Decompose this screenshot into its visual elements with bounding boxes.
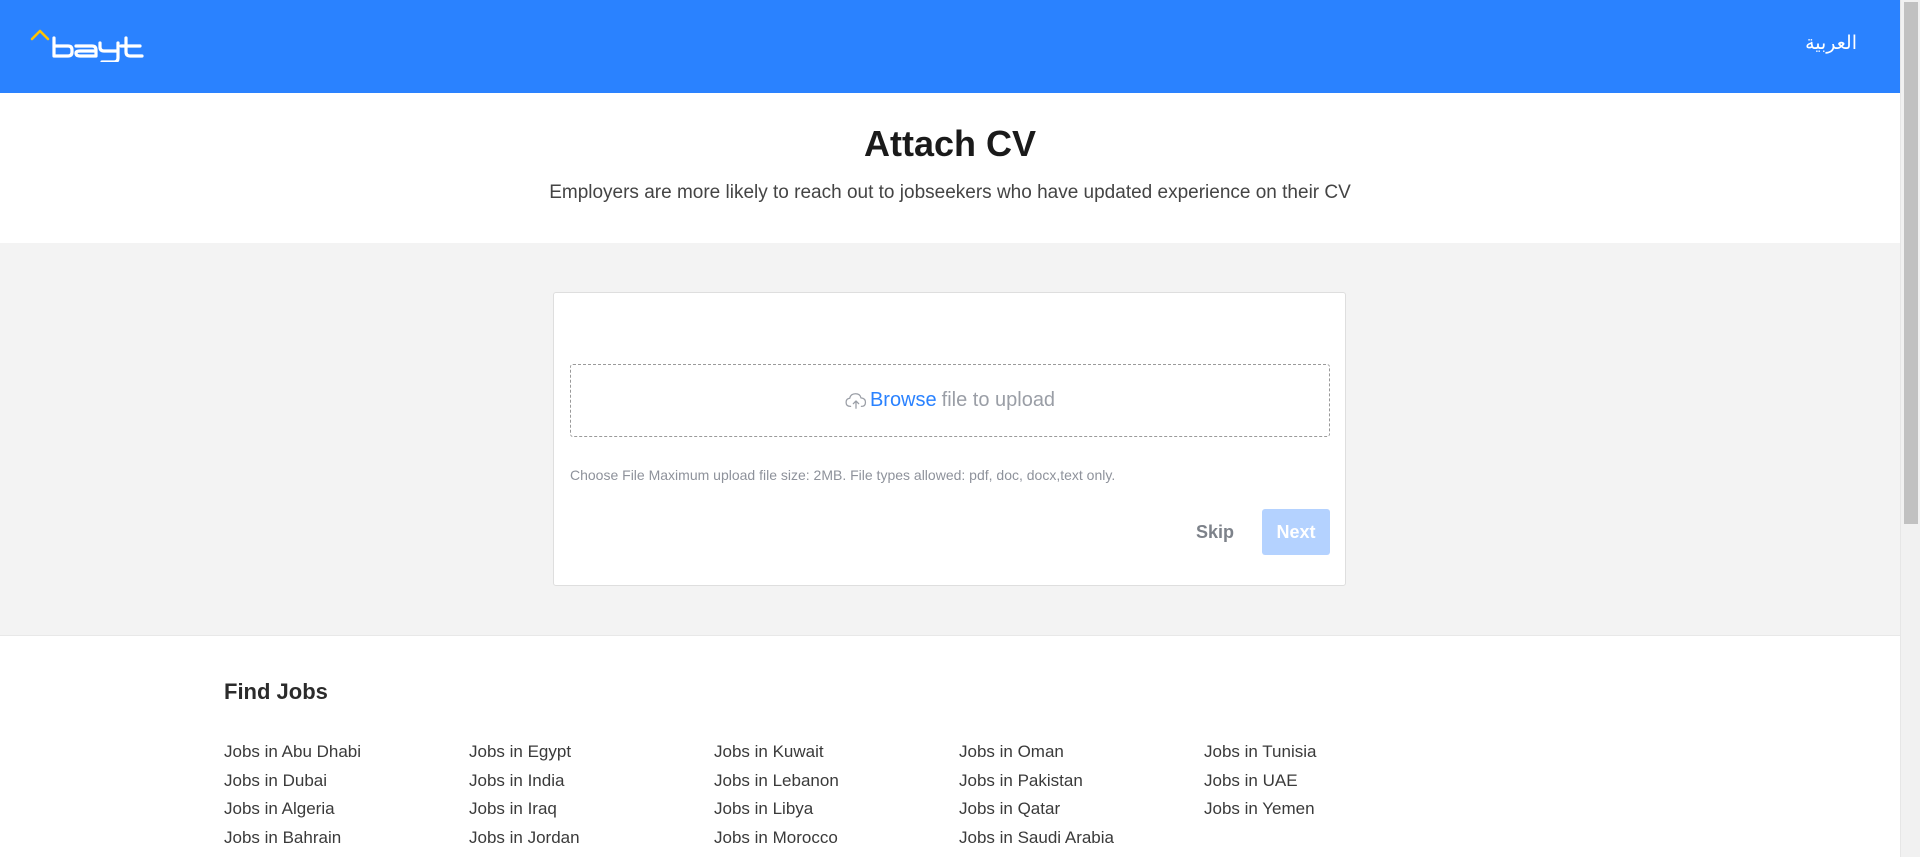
job-location-link[interactable]: Jobs in Pakistan: [959, 767, 1114, 796]
job-location-link[interactable]: Jobs in India: [469, 767, 580, 796]
next-button[interactable]: Next: [1262, 509, 1330, 555]
dropzone-text: file to upload: [941, 389, 1056, 411]
page-subtitle: Employers are more likely to reach out t…: [549, 182, 1351, 203]
find-jobs-title: Find Jobs: [224, 679, 328, 704]
page-header: Attach CV Employers are more likely to r…: [0, 93, 1900, 243]
job-location-link[interactable]: Jobs in Jordan: [469, 824, 580, 853]
job-location-link[interactable]: Jobs in Oman: [959, 738, 1114, 767]
top-navigation-bar: العربية: [0, 0, 1900, 93]
job-location-link[interactable]: Jobs in Yemen: [1204, 795, 1316, 824]
skip-button[interactable]: Skip: [1188, 509, 1242, 555]
browse-link[interactable]: Browse: [870, 389, 937, 412]
upload-card: Browse file to upload Choose File Maximu…: [553, 292, 1346, 586]
jobs-column: Jobs in Tunisia Jobs in UAE Jobs in Yeme…: [1204, 738, 1316, 824]
job-location-link[interactable]: Jobs in Lebanon: [714, 767, 839, 796]
jobs-column: Jobs in Kuwait Jobs in Lebanon Jobs in L…: [714, 738, 839, 852]
job-location-link[interactable]: Jobs in Iraq: [469, 795, 580, 824]
find-jobs-footer: Find Jobs Jobs in Abu Dhabi Jobs in Duba…: [0, 636, 1900, 857]
job-location-link[interactable]: Jobs in Libya: [714, 795, 839, 824]
job-location-link[interactable]: Jobs in Abu Dhabi: [224, 738, 361, 767]
job-location-link[interactable]: Jobs in Saudi Arabia: [959, 824, 1114, 853]
job-location-link[interactable]: Jobs in Morocco: [714, 824, 839, 853]
job-location-link[interactable]: Jobs in Algeria: [224, 795, 361, 824]
vertical-scrollbar[interactable]: [1900, 0, 1920, 857]
upload-hint: Choose File Maximum upload file size: 2M…: [570, 467, 1116, 483]
page-title: Attach CV: [863, 123, 1037, 164]
scrollbar-thumb[interactable]: [1904, 2, 1918, 524]
job-location-link[interactable]: Jobs in Egypt: [469, 738, 580, 767]
job-location-link[interactable]: Jobs in UAE: [1204, 767, 1316, 796]
arabic-language-link[interactable]: العربية: [1805, 32, 1857, 55]
job-location-link[interactable]: Jobs in Kuwait: [714, 738, 839, 767]
jobs-column: Jobs in Abu Dhabi Jobs in Dubai Jobs in …: [224, 738, 361, 852]
job-location-link[interactable]: Jobs in Tunisia: [1204, 738, 1316, 767]
jobs-column: Jobs in Egypt Jobs in India Jobs in Iraq…: [469, 738, 580, 852]
job-location-link[interactable]: Jobs in Bahrain: [224, 824, 361, 853]
job-location-link[interactable]: Jobs in Qatar: [959, 795, 1114, 824]
upload-section: Browse file to upload Choose File Maximu…: [0, 243, 1900, 636]
bayt-logo[interactable]: [30, 28, 160, 62]
job-location-link[interactable]: Jobs in Dubai: [224, 767, 361, 796]
cv-dropzone[interactable]: Browse file to upload: [570, 364, 1330, 437]
jobs-column: Jobs in Oman Jobs in Pakistan Jobs in Qa…: [959, 738, 1114, 852]
cloud-upload-icon: [845, 392, 867, 409]
